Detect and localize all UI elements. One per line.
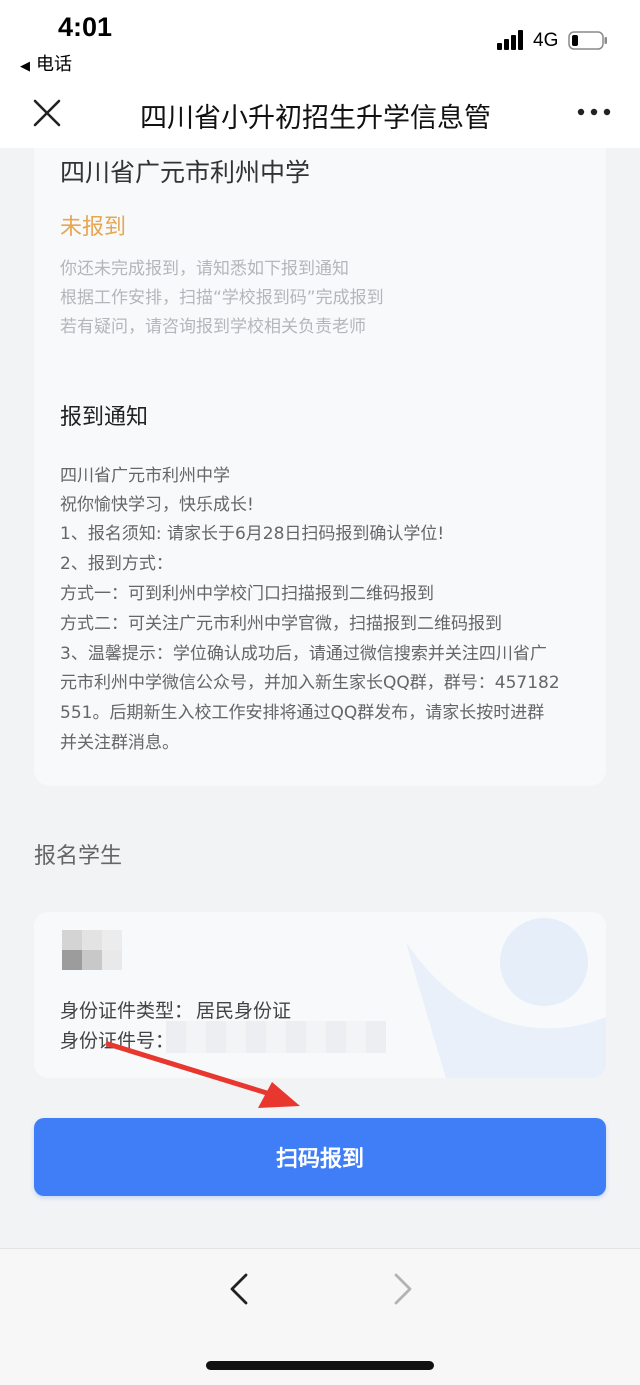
status-time: 4:01	[58, 12, 113, 42]
student-name-masked	[62, 930, 124, 972]
status-bar: 4:01 ◀ 电话 4G	[0, 0, 640, 80]
id-type-label: 身份证件类型：	[60, 1000, 194, 1022]
section-label: 报名学生	[34, 844, 123, 869]
notice-line: 551。后期新生入校工作安排将通过QQ群发布，请家长按时进群	[60, 703, 545, 723]
signal-icon	[497, 30, 523, 50]
scan-checkin-button[interactable]: 扫码报到	[34, 1118, 606, 1196]
chevron-right-icon[interactable]	[388, 1272, 418, 1306]
notice-line: 方式二：可关注广元市利州中学官微，扫描报到二维码报到	[60, 614, 502, 634]
status-badge: 未报到	[60, 215, 127, 240]
hint-line: 你还未完成报到，请知悉如下报到通知	[60, 259, 349, 279]
notice-heading: 报到通知	[60, 405, 149, 430]
notice-line: 并关注群消息。	[60, 733, 179, 753]
annotation-arrow-icon	[105, 1041, 300, 1108]
id-type-value: 居民身份证	[196, 1000, 292, 1022]
more-icon[interactable]	[576, 106, 612, 118]
close-icon[interactable]	[30, 96, 64, 130]
notice-line: 祝你愉快学习，快乐成长!	[60, 495, 254, 515]
notice-line: 四川省广元市利州中学	[60, 466, 230, 486]
chevron-left-icon[interactable]	[224, 1272, 254, 1306]
notice-line: 元市利州中学微信公众号，并加入新生家长QQ群，群号：457182	[60, 673, 560, 693]
notice-line: 3、温馨提示：学位确认成功后，请通过微信搜索并关注四川省广	[60, 644, 547, 664]
notice-line: 方式一：可到利州中学校门口扫描报到二维码报到	[60, 584, 434, 604]
battery-icon	[568, 31, 607, 50]
page-title: 四川省小升初招生升学信息管	[140, 103, 491, 134]
notice-line: 2、报到方式：	[60, 554, 173, 574]
home-indicator	[206, 1361, 434, 1370]
person-watermark-icon	[406, 918, 606, 1078]
back-app-label: 电话	[36, 54, 72, 75]
notice-line: 1、报名须知: 请家长于6月28日扫码报到确认学位!	[60, 524, 445, 544]
back-triangle-icon: ◀	[20, 59, 30, 74]
school-name: 四川省广元市利州中学	[60, 158, 311, 187]
nav-bar: 四川省小升初招生升学信息管	[0, 80, 640, 148]
hint-line: 若有疑问，请咨询报到学校相关负责老师	[60, 317, 366, 337]
hint-line: 根据工作安排，扫描“学校报到码”完成报到	[60, 288, 384, 308]
network-type: 4G	[533, 30, 559, 51]
back-to-app[interactable]: ◀ 电话	[20, 50, 72, 76]
